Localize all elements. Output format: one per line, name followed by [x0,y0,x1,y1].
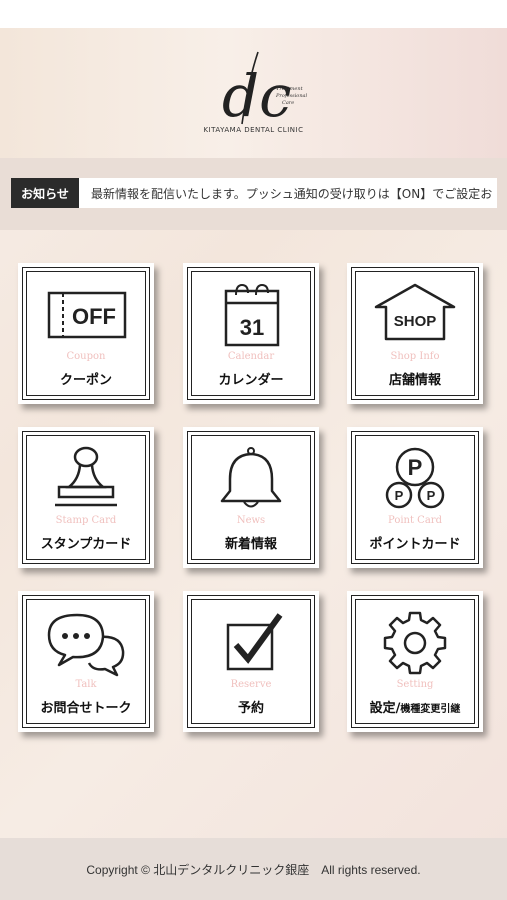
footer: Copyright © 北山デンタルクリニック銀座 All rights res… [0,838,507,900]
tile-jp-label: クーポン [59,373,112,388]
calendar-icon: 31 [224,283,280,347]
svg-text:SHOP: SHOP [394,313,437,330]
tile-en-label: Talk [75,679,97,690]
shop-icon: SHOP [374,283,456,341]
tile-talk[interactable]: Talk お問合せトーク [18,591,154,732]
tile-jp-sub: 機種変更引継 [400,704,461,715]
tile-en-label: Setting [396,679,434,690]
gear-icon [383,611,447,675]
tile-jp-label: カレンダー [218,373,284,388]
coupon-off-icon: OFF [47,291,127,339]
svg-text:P: P [408,455,423,480]
tile-en-label: Shop Info [390,351,440,362]
checkbox-icon [226,613,283,671]
svg-text:31: 31 [240,315,264,340]
clinic-name: KITAYAMA DENTAL CLINIC [203,126,304,134]
news-badge: お知らせ [11,178,79,208]
tile-jp-label: スタンプカード [40,537,132,552]
tile-jp-label: ポイントカード [369,537,461,552]
svg-text:P: P [395,488,404,503]
tile-jp-main: 設定/ [369,701,401,716]
stamp-icon [55,446,117,507]
chat-bubbles-icon [47,613,125,677]
tile-calendar[interactable]: 31 Calendar カレンダー [183,263,319,404]
news-ticker-text[interactable]: 最新情報を配信いたします。プッシュ通知の受け取りは【ON】でご設定お [79,178,497,208]
tile-setting[interactable]: Setting 設定/機種変更引継 [347,591,483,732]
tile-en-label: Point Card [388,515,442,526]
svg-text:Treatment: Treatment [276,86,304,92]
point-coins-icon: P P P [385,447,445,509]
svg-text:Professional: Professional [275,93,308,99]
tile-shop-info[interactable]: SHOP Shop Info 店舗情報 [347,263,483,404]
tile-jp-label: お問合せトーク [40,701,132,716]
clinic-logo: dc Treatment Professional Care [222,51,308,130]
copyright-text: Copyright © 北山デンタルクリニック銀座 All rights res… [86,862,421,877]
tile-jp-label: 店舗情報 [388,373,441,388]
tile-jp-label: 設定/機種変更引継 [347,697,483,716]
tile-en-label: Calendar [227,351,275,362]
tile-en-label: Reserve [230,679,272,690]
tile-news[interactable]: News 新着情報 [183,427,319,568]
news-bar[interactable]: お知らせ 最新情報を配信いたします。プッシュ通知の受け取りは【ON】でご設定お [0,158,507,230]
tile-coupon[interactable]: OFF Coupon クーポン [18,263,154,404]
bell-icon [220,447,282,508]
svg-text:OFF: OFF [72,304,116,329]
tile-point-card[interactable]: P P P Point Card ポイントカード [347,427,483,568]
tile-en-label: Coupon [66,351,106,362]
tile-reserve[interactable]: Reserve 予約 [183,591,319,732]
svg-text:Care: Care [282,100,294,106]
tile-en-label: News [236,515,266,526]
header: dc Treatment Professional Care KITAYAMA … [0,28,507,158]
status-bar [0,0,507,28]
tile-stamp-card[interactable]: Stamp Card スタンプカード [18,427,154,568]
tile-en-label: Stamp Card [55,515,117,526]
tile-jp-label: 予約 [237,701,264,716]
tile-jp-label: 新着情報 [224,537,277,552]
svg-text:P: P [427,488,436,503]
